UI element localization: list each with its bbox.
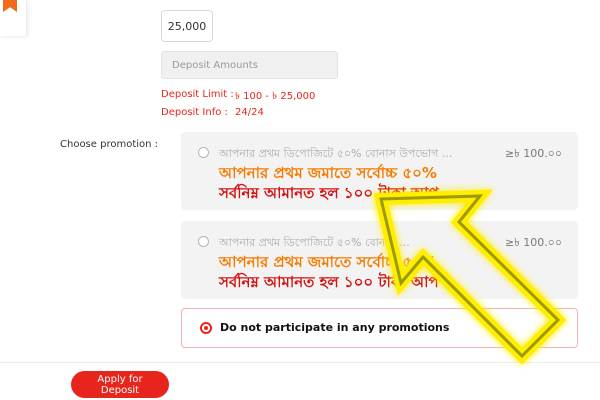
- apply-for-deposit-button[interactable]: Apply for Deposit: [71, 371, 169, 398]
- promotion-min-amount: ≥৳ 100.০০: [505, 147, 562, 160]
- deposit-limit-label: Deposit Limit :: [161, 89, 234, 100]
- divider: [0, 362, 600, 363]
- amount-field[interactable]: 25,000: [161, 10, 213, 42]
- choose-promotion-label: Choose promotion :: [60, 139, 159, 150]
- promotion-subline: সর্বনিম্ন আমানত হল ১০০ টাকা আপ: [219, 273, 439, 291]
- deposit-info-label: Deposit Info :: [161, 107, 228, 118]
- bookmark-icon[interactable]: [3, 0, 17, 12]
- no-promotion-label: Do not participate in any promotions: [220, 321, 450, 334]
- no-promotion-option[interactable]: Do not participate in any promotions: [181, 308, 578, 348]
- promotion-radio[interactable]: [198, 147, 209, 158]
- promotion-option[interactable]: আপনার প্রথম ডিপোজিটে ৫০% বোনাস ... ≥৳ 10…: [181, 221, 578, 299]
- no-promotion-radio[interactable]: [200, 322, 212, 334]
- promotion-min-amount: ≥৳ 100.০০: [505, 236, 562, 249]
- deposit-info-value: 24/24: [235, 107, 264, 118]
- deposit-amounts-input[interactable]: Deposit Amounts: [161, 51, 338, 79]
- sidebar-edge: [0, 0, 27, 36]
- deposit-limit-value: ৳ 100 - ৳ 25,000: [235, 91, 316, 102]
- promotion-radio[interactable]: [198, 236, 209, 247]
- promotion-subline: সর্বনিম্ন আমানত হল ১০০ টাকা আপ: [219, 184, 439, 202]
- promotion-option[interactable]: আপনার প্রথম ডিপোজিটে ৫০% বোনাস উপভোগ ...…: [181, 132, 578, 210]
